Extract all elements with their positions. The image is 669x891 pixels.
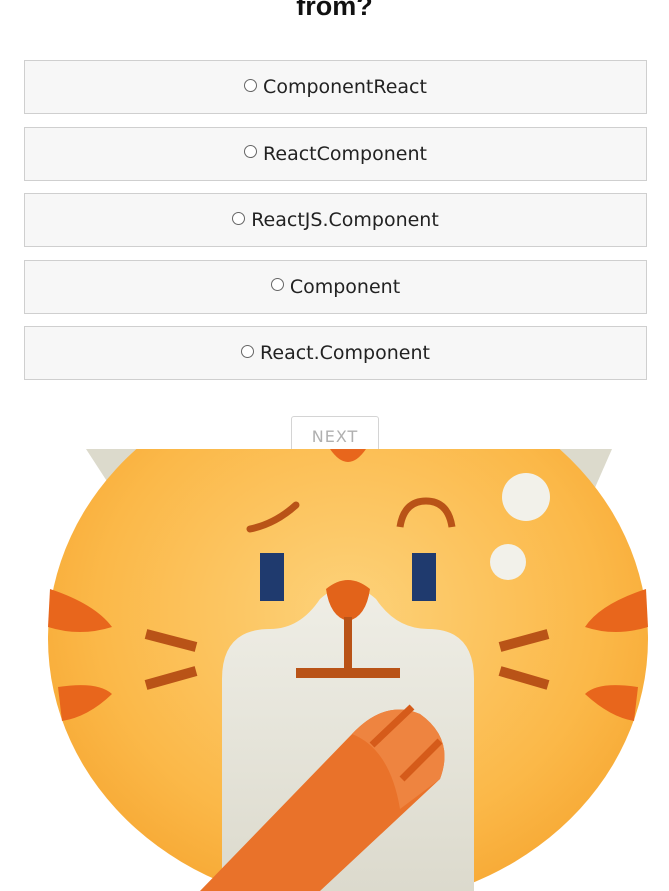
radio-button[interactable] <box>241 344 255 358</box>
quiz-page: from? ComponentReact ReactComponent Reac… <box>0 0 669 891</box>
question-title: from? <box>296 0 373 21</box>
answer-option-label: React.Component <box>260 342 430 364</box>
confused-cat-icon <box>0 449 669 891</box>
answer-option[interactable]: ReactComponent <box>24 126 647 181</box>
answer-option-label: ReactJS.Component <box>251 209 439 231</box>
radio-button[interactable] <box>244 145 258 158</box>
radio-button[interactable] <box>244 78 258 92</box>
sweat-drop <box>490 544 526 580</box>
answer-option-label: ComponentReact <box>263 76 427 98</box>
radio-button[interactable] <box>270 278 284 291</box>
answer-option[interactable]: ComponentReact <box>24 60 647 114</box>
left-eye <box>260 553 284 601</box>
radio-button[interactable] <box>232 211 246 225</box>
answer-option-label: ReactComponent <box>263 142 427 165</box>
answer-option[interactable]: React.Component <box>24 326 647 380</box>
sweat-drop <box>502 473 550 521</box>
right-eye <box>412 553 436 601</box>
answer-option-label: Component <box>289 275 401 298</box>
answer-options: ComponentReact ReactComponent ReactJS.Co… <box>24 60 647 393</box>
answer-option[interactable]: Component <box>24 259 647 314</box>
answer-option[interactable]: ReactJS.Component <box>24 193 647 247</box>
